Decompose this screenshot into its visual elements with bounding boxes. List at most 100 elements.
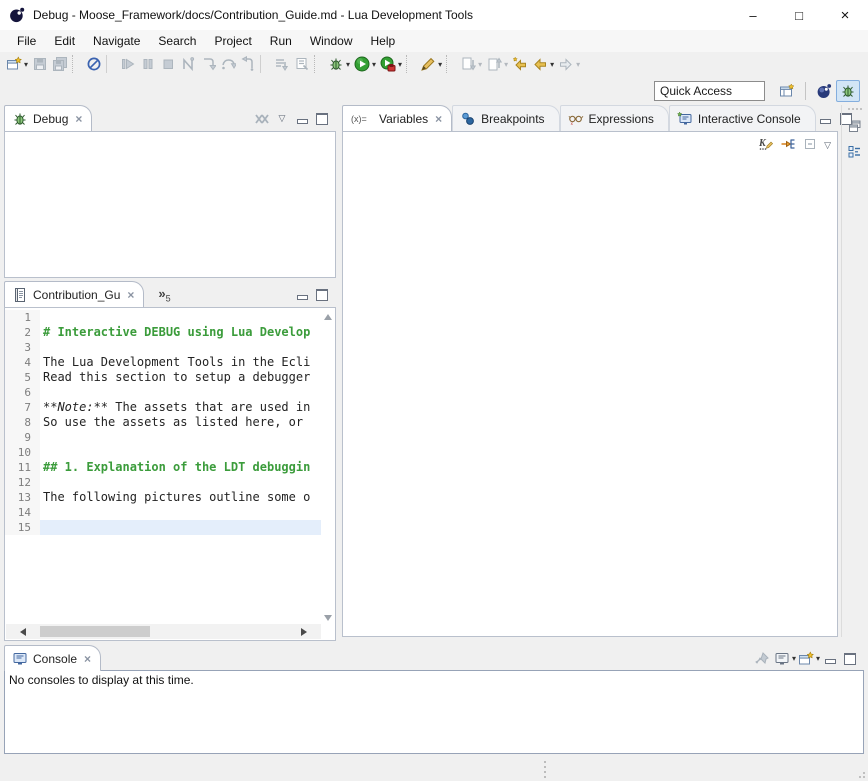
minimize-view-button[interactable] xyxy=(292,109,312,129)
dropdown-arrow-icon[interactable]: ▾ xyxy=(438,60,442,69)
editor-line-7[interactable]: 7**Note:** The assets that are used in xyxy=(5,400,321,415)
code-text: # Interactive DEBUG using Lua Develop xyxy=(43,325,310,339)
drop-to-frame-icon xyxy=(274,56,290,72)
menu-navigate[interactable]: Navigate xyxy=(84,32,149,50)
close-icon[interactable]: × xyxy=(435,112,442,126)
close-button[interactable]: × xyxy=(822,0,868,30)
menu-edit[interactable]: Edit xyxy=(45,32,84,50)
outline-icon xyxy=(847,144,863,160)
editor-line-5[interactable]: 5Read this section to setup a debugger xyxy=(5,370,321,385)
scrollbar-thumb[interactable] xyxy=(40,626,150,637)
editor-line-4[interactable]: 4The Lua Development Tools in the Ecli xyxy=(5,355,321,370)
editor-line-6[interactable]: 6 xyxy=(5,385,321,400)
restore-views-button[interactable] xyxy=(844,116,866,136)
editor-line-3[interactable]: 3 xyxy=(5,340,321,355)
menu-window[interactable]: Window xyxy=(301,32,362,50)
tab-variables[interactable]: (x)=Variables× xyxy=(342,105,452,131)
menu-run[interactable]: Run xyxy=(261,32,301,50)
debug-view-buttons: ▽ xyxy=(252,106,336,131)
editor-line-13[interactable]: 13The following pictures outline some o xyxy=(5,490,321,505)
close-icon[interactable]: × xyxy=(127,288,134,302)
dropdown-arrow-icon[interactable]: ▾ xyxy=(576,60,580,69)
maximize-button[interactable]: □ xyxy=(776,0,822,30)
run-play-button[interactable]: ▾ xyxy=(352,53,378,75)
display-selected-console-button[interactable] xyxy=(772,649,792,669)
remove-all-terminated-button[interactable] xyxy=(252,109,272,129)
tab-interactive-console[interactable]: Interactive Console xyxy=(669,105,816,131)
scroll-up-icon[interactable] xyxy=(324,314,332,320)
scroll-down-icon[interactable] xyxy=(324,615,332,621)
dropdown-arrow-icon[interactable]: ▾ xyxy=(372,60,376,69)
horizontal-scrollbar[interactable] xyxy=(6,624,321,639)
tab-expressions[interactable]: xExpressions xyxy=(560,105,669,131)
editor-line-9[interactable]: 9 xyxy=(5,430,321,445)
dropdown-arrow-icon[interactable]: ▾ xyxy=(504,60,508,69)
maximize-console-button[interactable] xyxy=(840,649,860,669)
console-content[interactable]: No consoles to display at this time. xyxy=(4,670,864,754)
debug-bug-button[interactable]: ▾ xyxy=(326,53,352,75)
variables-view-menu-button[interactable]: ▽ xyxy=(824,140,831,151)
maximize-view-button[interactable] xyxy=(312,109,332,129)
trim-drag-handle[interactable] xyxy=(842,108,868,110)
debug-bug-icon xyxy=(328,56,344,72)
variables-view-content[interactable]: K ▽ xyxy=(342,131,838,637)
dropdown-arrow-icon[interactable]: ▾ xyxy=(478,60,482,69)
scroll-left-icon[interactable] xyxy=(20,628,26,636)
tab-breakpoints[interactable]: Breakpoints xyxy=(452,105,559,131)
minimize-editor-button[interactable] xyxy=(292,285,312,305)
marker-pen-button[interactable]: ▾ xyxy=(418,53,444,75)
show-type-names-button[interactable]: K xyxy=(758,136,774,155)
vertical-scrollbar[interactable] xyxy=(321,310,334,623)
statusbar-splitter[interactable] xyxy=(544,761,546,778)
line-number: 10 xyxy=(5,445,40,460)
resize-grip[interactable] xyxy=(855,768,865,778)
editor-line-15[interactable]: 15 xyxy=(5,520,321,535)
menu-search[interactable]: Search xyxy=(149,32,205,50)
editor-line-8[interactable]: 8So use the assets as listed here, or xyxy=(5,415,321,430)
debug-view-content[interactable] xyxy=(4,131,336,278)
quick-access-input[interactable]: Quick Access xyxy=(654,81,765,101)
tab-console[interactable]: Console × xyxy=(4,645,101,671)
hidden-editors-chevron[interactable]: »5 xyxy=(158,286,170,304)
editor-line-12[interactable]: 12 xyxy=(5,475,321,490)
menu-file[interactable]: File xyxy=(8,32,45,50)
editor-content[interactable]: 12# Interactive DEBUG using Lua Develop3… xyxy=(4,307,336,641)
skip-breakpoints-button[interactable] xyxy=(84,53,104,75)
editor-lines[interactable]: 12# Interactive DEBUG using Lua Develop3… xyxy=(5,310,321,624)
console-icon xyxy=(12,651,28,667)
dropdown-arrow-icon[interactable]: ▾ xyxy=(550,60,554,69)
last-edit-button[interactable] xyxy=(510,53,530,75)
editor-line-2[interactable]: 2# Interactive DEBUG using Lua Develop xyxy=(5,325,321,340)
view-menu-button[interactable]: ▽ xyxy=(272,109,292,129)
outline-view-button[interactable] xyxy=(844,142,866,162)
pin-console-button[interactable] xyxy=(752,649,772,669)
open-perspective-button[interactable] xyxy=(775,80,799,102)
minimize-view-button[interactable] xyxy=(816,109,836,129)
collapse-all-button[interactable] xyxy=(802,136,818,155)
code-text: ## 1. Explanation of the LDT debuggin xyxy=(43,460,310,474)
editor-line-1[interactable]: 1 xyxy=(5,310,321,325)
maximize-editor-button[interactable] xyxy=(312,285,332,305)
debug-perspective-button[interactable] xyxy=(836,80,860,102)
dropdown-arrow-icon[interactable]: ▾ xyxy=(346,60,350,69)
editor-line-14[interactable]: 14 xyxy=(5,505,321,520)
show-logical-structure-button[interactable] xyxy=(780,136,796,155)
menu-help[interactable]: Help xyxy=(362,32,405,50)
tab-contribution-guide[interactable]: Contribution_Gu × xyxy=(4,281,144,307)
external-tools-button[interactable]: ▾ xyxy=(378,53,404,75)
minimize-console-button[interactable] xyxy=(820,649,840,669)
back-arrow-button[interactable]: ▾ xyxy=(530,53,556,75)
close-icon[interactable]: × xyxy=(75,112,82,126)
minimize-button[interactable]: – xyxy=(730,0,776,30)
scroll-right-icon[interactable] xyxy=(301,628,307,636)
tab-debug[interactable]: Debug × xyxy=(4,105,92,131)
editor-line-11[interactable]: 11## 1. Explanation of the LDT debuggin xyxy=(5,460,321,475)
lua-perspective-button[interactable] xyxy=(812,80,836,102)
new-wizard-button[interactable]: ▾ xyxy=(4,53,30,75)
dropdown-arrow-icon[interactable]: ▾ xyxy=(24,60,28,69)
dropdown-arrow-icon[interactable]: ▾ xyxy=(398,60,402,69)
editor-line-10[interactable]: 10 xyxy=(5,445,321,460)
close-icon[interactable]: × xyxy=(84,652,91,666)
open-console-button[interactable] xyxy=(796,649,816,669)
menu-project[interactable]: Project xyxy=(205,32,260,50)
